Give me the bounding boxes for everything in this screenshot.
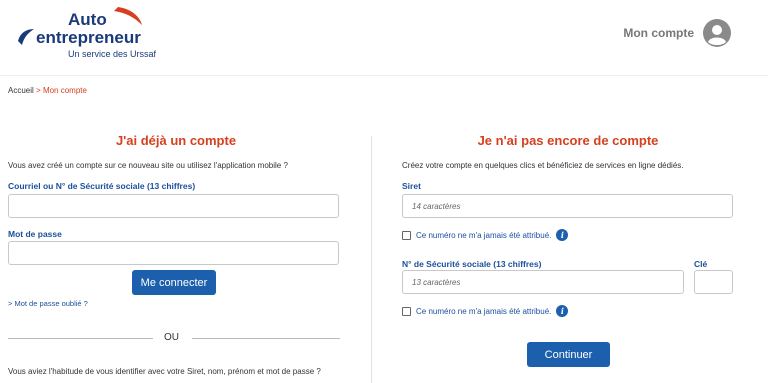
legacy-login-text: Vous aviez l'habitude de vous identifier… [8, 367, 321, 376]
info-icon[interactable]: i [556, 229, 569, 241]
login-title: J'ai déjà un compte [115, 133, 237, 148]
ssn-not-assigned-option[interactable]: Ce numéro ne m'a jamais été attribué. i [402, 305, 569, 317]
logo-text-auto: Auto [68, 10, 107, 29]
column-divider [371, 136, 372, 383]
login-intro: Vous avez créé un compte sur ce nouveau … [8, 161, 288, 170]
password-label: Mot de passe [8, 229, 62, 239]
breadcrumb-separator: > [36, 86, 41, 95]
or-label: OU [164, 332, 179, 343]
account-menu[interactable]: Mon compte [623, 18, 732, 48]
siret-not-assigned-checkbox[interactable] [402, 230, 411, 240]
continue-button[interactable]: Continuer [527, 342, 610, 367]
breadcrumb-home[interactable]: Accueil [8, 86, 34, 95]
info-icon[interactable]: i [556, 305, 569, 317]
account-label[interactable]: Mon compte [623, 26, 694, 40]
breadcrumb: Accueil > Mon compte [8, 86, 87, 95]
login-button[interactable]: Me connecter [132, 270, 216, 295]
siret-not-assigned-label[interactable]: Ce numéro ne m'a jamais été attribué. [416, 231, 551, 240]
key-label: Clé [694, 259, 708, 269]
site-header: Auto entrepreneur Un service des Urssaf … [0, 0, 768, 76]
signup-intro: Créez votre compte en quelques clics et … [402, 161, 684, 170]
password-input[interactable] [8, 241, 339, 265]
ssn-not-assigned-checkbox[interactable] [402, 306, 411, 316]
or-divider-right [192, 338, 340, 339]
siret-label: Siret [402, 181, 421, 191]
siret-not-assigned-option[interactable]: Ce numéro ne m'a jamais été attribué. i [402, 229, 569, 241]
or-divider-left [8, 338, 153, 339]
siret-input[interactable]: 14 caractères [402, 194, 733, 218]
login-id-input[interactable] [8, 194, 339, 218]
ssn-input[interactable]: 13 caractères [402, 270, 684, 294]
user-circle-icon[interactable] [702, 18, 732, 48]
signup-title: Je n'ai pas encore de compte [477, 133, 659, 148]
logo-tagline: Un service des Urssaf [68, 49, 157, 59]
forgot-password-link[interactable]: > Mot de passe oublié ? [8, 299, 88, 308]
ssn-not-assigned-label[interactable]: Ce numéro ne m'a jamais été attribué. [416, 307, 551, 316]
ssn-key-input[interactable] [694, 270, 733, 294]
ssn-label: N° de Sécurité sociale (13 chiffres) [402, 259, 542, 269]
logo-text-entrepreneur: entrepreneur [36, 28, 141, 47]
breadcrumb-current: Mon compte [42, 86, 87, 95]
auto-entrepreneur-logo[interactable]: Auto entrepreneur Un service des Urssaf [14, 3, 157, 63]
login-id-label: Courriel ou N° de Sécurité sociale (13 c… [8, 181, 196, 191]
